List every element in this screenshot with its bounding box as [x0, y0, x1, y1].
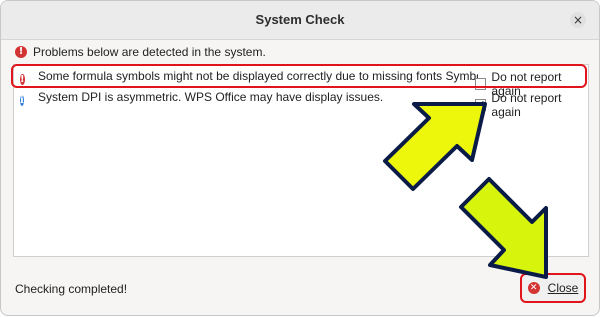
- close-button-label: Close: [547, 281, 579, 295]
- problem-message: Some formula symbols might not be displa…: [38, 69, 478, 83]
- info-icon: i: [20, 95, 24, 106]
- problems-header-text: Problems below are detected in the syste…: [33, 45, 266, 59]
- title-bar: System Check ×: [1, 1, 599, 40]
- problem-message: System DPI is asymmetric. WPS Office may…: [38, 90, 384, 104]
- do-not-report-checkbox[interactable]: [475, 99, 487, 111]
- problem-row: i System DPI is asymmetric. WPS Office m…: [14, 88, 588, 119]
- close-window-icon[interactable]: ×: [570, 12, 586, 28]
- system-check-dialog: System Check × ! Problems below are dete…: [0, 0, 600, 316]
- error-icon: !: [15, 46, 27, 58]
- status-text: Checking completed!: [15, 282, 128, 296]
- dialog-title: System Check: [255, 12, 345, 27]
- error-icon: !: [20, 74, 25, 85]
- close-button[interactable]: ✕ Close: [520, 273, 586, 303]
- do-not-report-label: Do not report again: [491, 91, 562, 119]
- problems-header: ! Problems below are detected in the sys…: [15, 43, 266, 61]
- close-circle-icon: ✕: [527, 282, 540, 294]
- problems-list: ! Some formula symbols might not be disp…: [13, 64, 589, 257]
- problem-row: ! Some formula symbols might not be disp…: [14, 67, 588, 98]
- do-not-report-option[interactable]: Do not report again: [475, 91, 588, 119]
